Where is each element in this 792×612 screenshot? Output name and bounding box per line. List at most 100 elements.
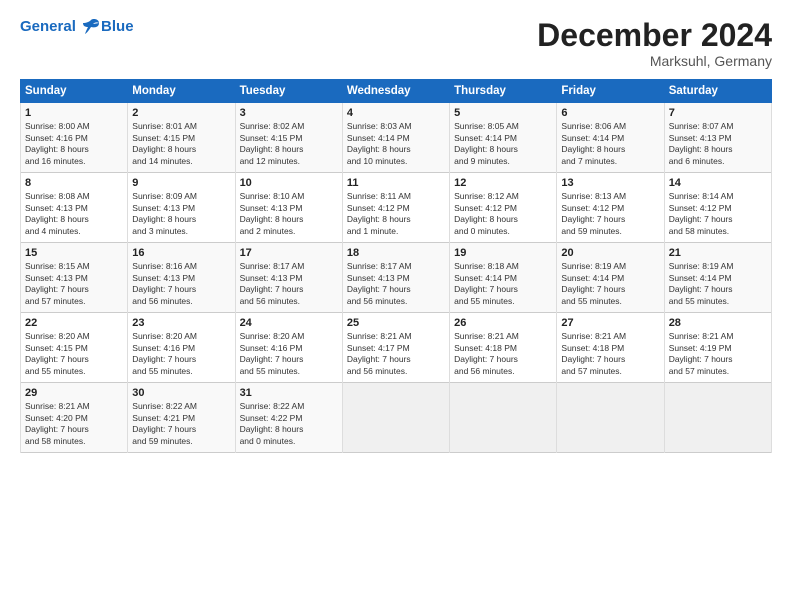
header: General Blue December 2024 Marksuhl, Ger…	[20, 18, 772, 69]
calendar-cell	[450, 383, 557, 453]
day-number: 27	[561, 317, 659, 329]
header-monday: Monday	[128, 80, 235, 103]
calendar-cell: 6Sunrise: 8:06 AM Sunset: 4:14 PM Daylig…	[557, 103, 664, 173]
day-info-text: Sunrise: 8:05 AM Sunset: 4:14 PM Dayligh…	[454, 121, 552, 167]
header-friday: Friday	[557, 80, 664, 103]
day-number: 30	[132, 387, 230, 399]
calendar-cell: 21Sunrise: 8:19 AM Sunset: 4:14 PM Dayli…	[664, 243, 771, 313]
day-info-text: Sunrise: 8:20 AM Sunset: 4:16 PM Dayligh…	[240, 331, 338, 377]
calendar-cell: 24 Sunrise: 8:20 AM Sunset: 4:16 PM Dayli…	[235, 313, 342, 383]
calendar-cell: 18 Sunrise: 8:17 AM Sunset: 4:13 PM Dayli…	[342, 243, 449, 313]
title-area: December 2024 Marksuhl, Germany	[537, 18, 772, 69]
day-number: 7	[669, 107, 767, 119]
day-info-text: Sunrise: 8:07 AM Sunset: 4:13 PM Dayligh…	[669, 121, 767, 167]
calendar-cell: 19 Sunrise: 8:18 AM Sunset: 4:14 PM Dayli…	[450, 243, 557, 313]
logo-blue: Blue	[101, 19, 134, 36]
day-number: 21	[669, 247, 767, 259]
calendar-cell: 2 Sunrise: 8:01 AM Sunset: 4:15 PM Daylig…	[128, 103, 235, 173]
day-number: 31	[240, 387, 338, 399]
header-thursday: Thursday	[450, 80, 557, 103]
calendar-cell: 30 Sunrise: 8:22 AM Sunset: 4:21 PM Dayli…	[128, 383, 235, 453]
day-info-text: Sunrise: 8:00 AM Sunset: 4:16 PM Dayligh…	[25, 121, 123, 167]
calendar-cell: 23Sunrise: 8:20 AM Sunset: 4:16 PM Dayli…	[128, 313, 235, 383]
day-info-text: Sunrise: 8:18 AM Sunset: 4:14 PM Dayligh…	[454, 261, 552, 307]
day-info-text: Sunrise: 8:21 AM Sunset: 4:20 PM Dayligh…	[25, 401, 123, 447]
day-info-text: Sunrise: 8:10 AM Sunset: 4:13 PM Dayligh…	[240, 191, 338, 237]
day-info-text: Sunrise: 8:03 AM Sunset: 4:14 PM Dayligh…	[347, 121, 445, 167]
calendar-week-row: 8Sunrise: 8:08 AM Sunset: 4:13 PM Daylig…	[21, 173, 772, 243]
calendar-cell: 13 Sunrise: 8:13 AM Sunset: 4:12 PM Dayli…	[557, 173, 664, 243]
day-number: 14	[669, 177, 767, 189]
calendar-cell: 1 Sunrise: 8:00 AM Sunset: 4:16 PM Daylig…	[21, 103, 128, 173]
day-number: 26	[454, 317, 552, 329]
calendar-cell: 31Sunrise: 8:22 AM Sunset: 4:22 PM Dayli…	[235, 383, 342, 453]
calendar-cell: 10 Sunrise: 8:10 AM Sunset: 4:13 PM Dayli…	[235, 173, 342, 243]
day-info-text: Sunrise: 8:21 AM Sunset: 4:17 PM Dayligh…	[347, 331, 445, 377]
location: Marksuhl, Germany	[537, 53, 772, 69]
calendar-cell: 12Sunrise: 8:12 AM Sunset: 4:12 PM Dayli…	[450, 173, 557, 243]
day-info-text: Sunrise: 8:21 AM Sunset: 4:19 PM Dayligh…	[669, 331, 767, 377]
day-info-text: Sunrise: 8:19 AM Sunset: 4:14 PM Dayligh…	[561, 261, 659, 307]
calendar-week-row: 22Sunrise: 8:20 AM Sunset: 4:15 PM Dayli…	[21, 313, 772, 383]
day-number: 19	[454, 247, 552, 259]
day-info-text: Sunrise: 8:09 AM Sunset: 4:13 PM Dayligh…	[132, 191, 230, 237]
day-number: 22	[25, 317, 123, 329]
day-number: 2	[132, 107, 230, 119]
calendar-cell: 14 Sunrise: 8:14 AM Sunset: 4:12 PM Dayli…	[664, 173, 771, 243]
day-number: 16	[132, 247, 230, 259]
day-info-text: Sunrise: 8:11 AM Sunset: 4:12 PM Dayligh…	[347, 191, 445, 237]
calendar-cell: 26 Sunrise: 8:21 AM Sunset: 4:18 PM Dayli…	[450, 313, 557, 383]
day-info-text: Sunrise: 8:13 AM Sunset: 4:12 PM Dayligh…	[561, 191, 659, 237]
day-info-text: Sunrise: 8:17 AM Sunset: 4:13 PM Dayligh…	[240, 261, 338, 307]
day-number: 20	[561, 247, 659, 259]
calendar-cell: 8Sunrise: 8:08 AM Sunset: 4:13 PM Daylig…	[21, 173, 128, 243]
day-number: 29	[25, 387, 123, 399]
header-saturday: Saturday	[664, 80, 771, 103]
day-info-text: Sunrise: 8:02 AM Sunset: 4:15 PM Dayligh…	[240, 121, 338, 167]
day-info-text: Sunrise: 8:12 AM Sunset: 4:12 PM Dayligh…	[454, 191, 552, 237]
day-number: 4	[347, 107, 445, 119]
day-number: 1	[25, 107, 123, 119]
calendar-week-row: 1 Sunrise: 8:00 AM Sunset: 4:16 PM Daylig…	[21, 103, 772, 173]
calendar-cell: 4 Sunrise: 8:03 AM Sunset: 4:14 PM Daylig…	[342, 103, 449, 173]
header-sunday: Sunday	[21, 80, 128, 103]
calendar-week-row: 29 Sunrise: 8:21 AM Sunset: 4:20 PM Dayli…	[21, 383, 772, 453]
calendar-page: General Blue December 2024 Marksuhl, Ger…	[0, 0, 792, 612]
calendar-cell: 16 Sunrise: 8:16 AM Sunset: 4:13 PM Dayli…	[128, 243, 235, 313]
day-number: 5	[454, 107, 552, 119]
calendar-cell: 15Sunrise: 8:15 AM Sunset: 4:13 PM Dayli…	[21, 243, 128, 313]
calendar-cell	[342, 383, 449, 453]
day-number: 11	[347, 177, 445, 189]
calendar-cell	[664, 383, 771, 453]
calendar-cell: 20 Sunrise: 8:19 AM Sunset: 4:14 PM Dayli…	[557, 243, 664, 313]
calendar-cell: 11 Sunrise: 8:11 AM Sunset: 4:12 PM Dayli…	[342, 173, 449, 243]
day-info-text: Sunrise: 8:14 AM Sunset: 4:12 PM Dayligh…	[669, 191, 767, 237]
calendar-cell: 5 Sunrise: 8:05 AM Sunset: 4:14 PM Daylig…	[450, 103, 557, 173]
day-number: 13	[561, 177, 659, 189]
day-info-text: Sunrise: 8:21 AM Sunset: 4:18 PM Dayligh…	[454, 331, 552, 377]
day-number: 18	[347, 247, 445, 259]
calendar-cell: 29 Sunrise: 8:21 AM Sunset: 4:20 PM Dayli…	[21, 383, 128, 453]
day-info-text: Sunrise: 8:16 AM Sunset: 4:13 PM Dayligh…	[132, 261, 230, 307]
day-number: 24	[240, 317, 338, 329]
header-wednesday: Wednesday	[342, 80, 449, 103]
day-info-text: Sunrise: 8:20 AM Sunset: 4:16 PM Dayligh…	[132, 331, 230, 377]
logo-text: General Blue	[20, 18, 134, 36]
month-title: December 2024	[537, 18, 772, 53]
day-info-text: Sunrise: 8:17 AM Sunset: 4:13 PM Dayligh…	[347, 261, 445, 307]
day-info-text: Sunrise: 8:08 AM Sunset: 4:13 PM Dayligh…	[25, 191, 123, 237]
calendar-cell: 9Sunrise: 8:09 AM Sunset: 4:13 PM Daylig…	[128, 173, 235, 243]
day-number: 28	[669, 317, 767, 329]
calendar-cell: 17Sunrise: 8:17 AM Sunset: 4:13 PM Dayli…	[235, 243, 342, 313]
day-number: 15	[25, 247, 123, 259]
day-info-text: Sunrise: 8:06 AM Sunset: 4:14 PM Dayligh…	[561, 121, 659, 167]
calendar-cell: 25Sunrise: 8:21 AM Sunset: 4:17 PM Dayli…	[342, 313, 449, 383]
calendar-cell: 27 Sunrise: 8:21 AM Sunset: 4:18 PM Dayli…	[557, 313, 664, 383]
day-info-text: Sunrise: 8:21 AM Sunset: 4:18 PM Dayligh…	[561, 331, 659, 377]
calendar-cell: 3Sunrise: 8:02 AM Sunset: 4:15 PM Daylig…	[235, 103, 342, 173]
day-info-text: Sunrise: 8:01 AM Sunset: 4:15 PM Dayligh…	[132, 121, 230, 167]
calendar-table: Sunday Monday Tuesday Wednesday Thursday…	[20, 79, 772, 453]
day-number: 10	[240, 177, 338, 189]
calendar-cell	[557, 383, 664, 453]
day-info-text: Sunrise: 8:22 AM Sunset: 4:21 PM Dayligh…	[132, 401, 230, 447]
